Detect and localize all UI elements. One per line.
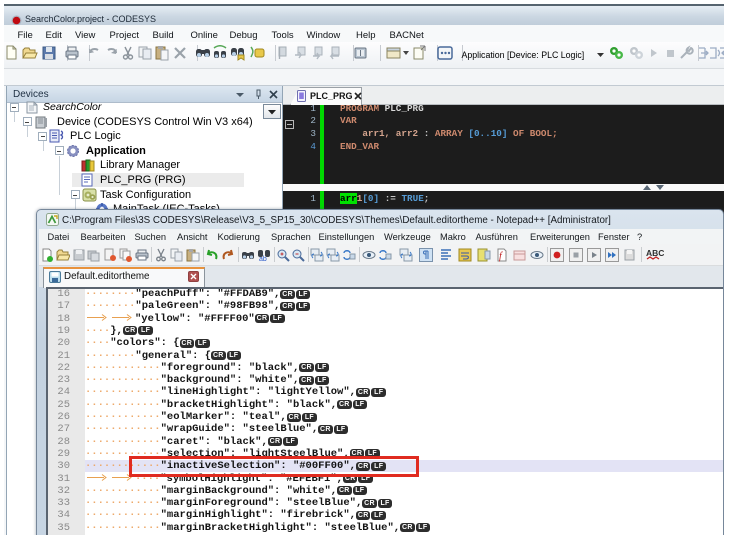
svg-text:ab: ab [259, 256, 267, 262]
svg-text:ABC: ABC [646, 248, 664, 258]
